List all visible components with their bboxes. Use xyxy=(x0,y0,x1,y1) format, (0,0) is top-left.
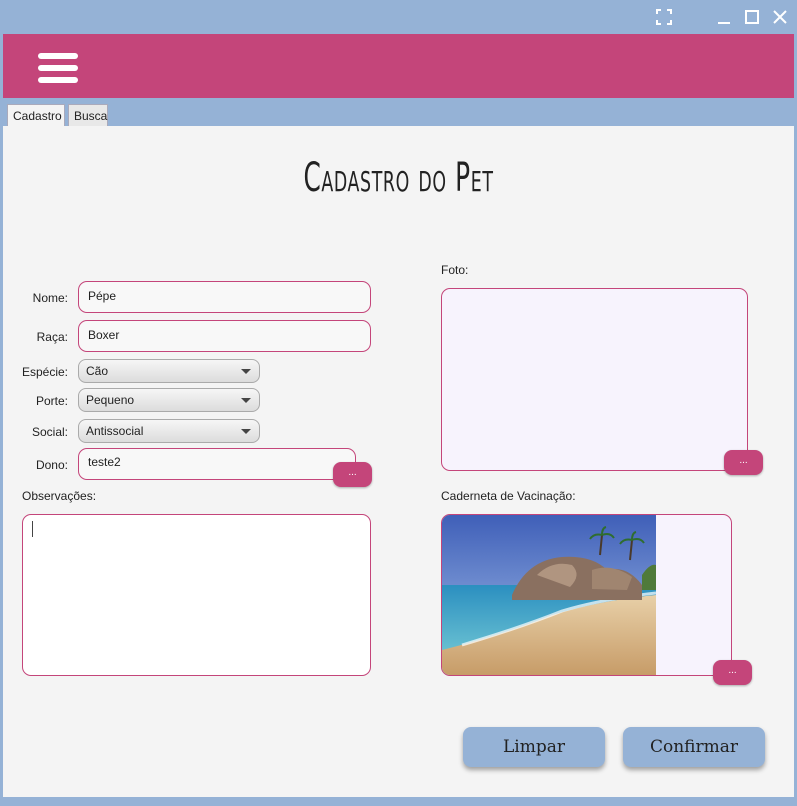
dono-label: Dono: xyxy=(35,458,68,472)
social-value: Antissocial xyxy=(86,424,144,438)
dono-search-button[interactable]: ... xyxy=(333,462,372,487)
chevron-down-icon xyxy=(241,429,251,434)
hamburger-menu-icon[interactable] xyxy=(38,53,78,83)
raca-label: Raça: xyxy=(36,330,68,344)
app-header xyxy=(3,34,794,98)
foto-image-box[interactable] xyxy=(441,288,748,471)
dono-input[interactable]: teste2 xyxy=(78,448,356,480)
foto-upload-button[interactable]: ... xyxy=(724,450,763,475)
text-cursor xyxy=(32,521,33,537)
confirmar-button[interactable]: Confirmar xyxy=(623,727,765,767)
porte-value: Pequeno xyxy=(86,393,135,407)
chevron-down-icon xyxy=(241,369,251,374)
porte-label: Porte: xyxy=(35,394,68,408)
maximize-icon[interactable] xyxy=(743,8,763,28)
tab-cadastro[interactable]: Cadastro xyxy=(7,104,65,127)
caderneta-upload-button[interactable]: ... xyxy=(713,660,752,685)
limpar-button[interactable]: Limpar xyxy=(463,727,605,767)
close-icon[interactable] xyxy=(771,8,791,28)
beach-photo xyxy=(442,515,656,675)
especie-label: Espécie: xyxy=(21,365,68,379)
tab-busca[interactable]: Busca xyxy=(68,104,108,126)
social-label: Social: xyxy=(31,425,68,439)
minimize-icon[interactable] xyxy=(715,8,735,28)
observacoes-label: Observações: xyxy=(22,489,97,503)
raca-input[interactable]: Boxer xyxy=(78,320,371,352)
page-title: Cadastro do Pet xyxy=(303,155,494,201)
especie-value: Cão xyxy=(86,364,109,378)
nome-label: Nome: xyxy=(32,291,68,305)
social-select[interactable]: Antissocial xyxy=(78,419,260,443)
caderneta-image-box[interactable] xyxy=(441,514,732,676)
foto-label: Foto: xyxy=(441,263,469,277)
fullscreen-icon[interactable] xyxy=(655,8,675,28)
chevron-down-icon xyxy=(241,398,251,403)
caderneta-label: Caderneta de Vacinação: xyxy=(441,489,576,503)
especie-select[interactable]: Cão xyxy=(78,359,260,383)
observacoes-textarea[interactable] xyxy=(22,514,371,676)
porte-select[interactable]: Pequeno xyxy=(78,388,260,412)
nome-input[interactable]: Pépe xyxy=(78,281,371,313)
